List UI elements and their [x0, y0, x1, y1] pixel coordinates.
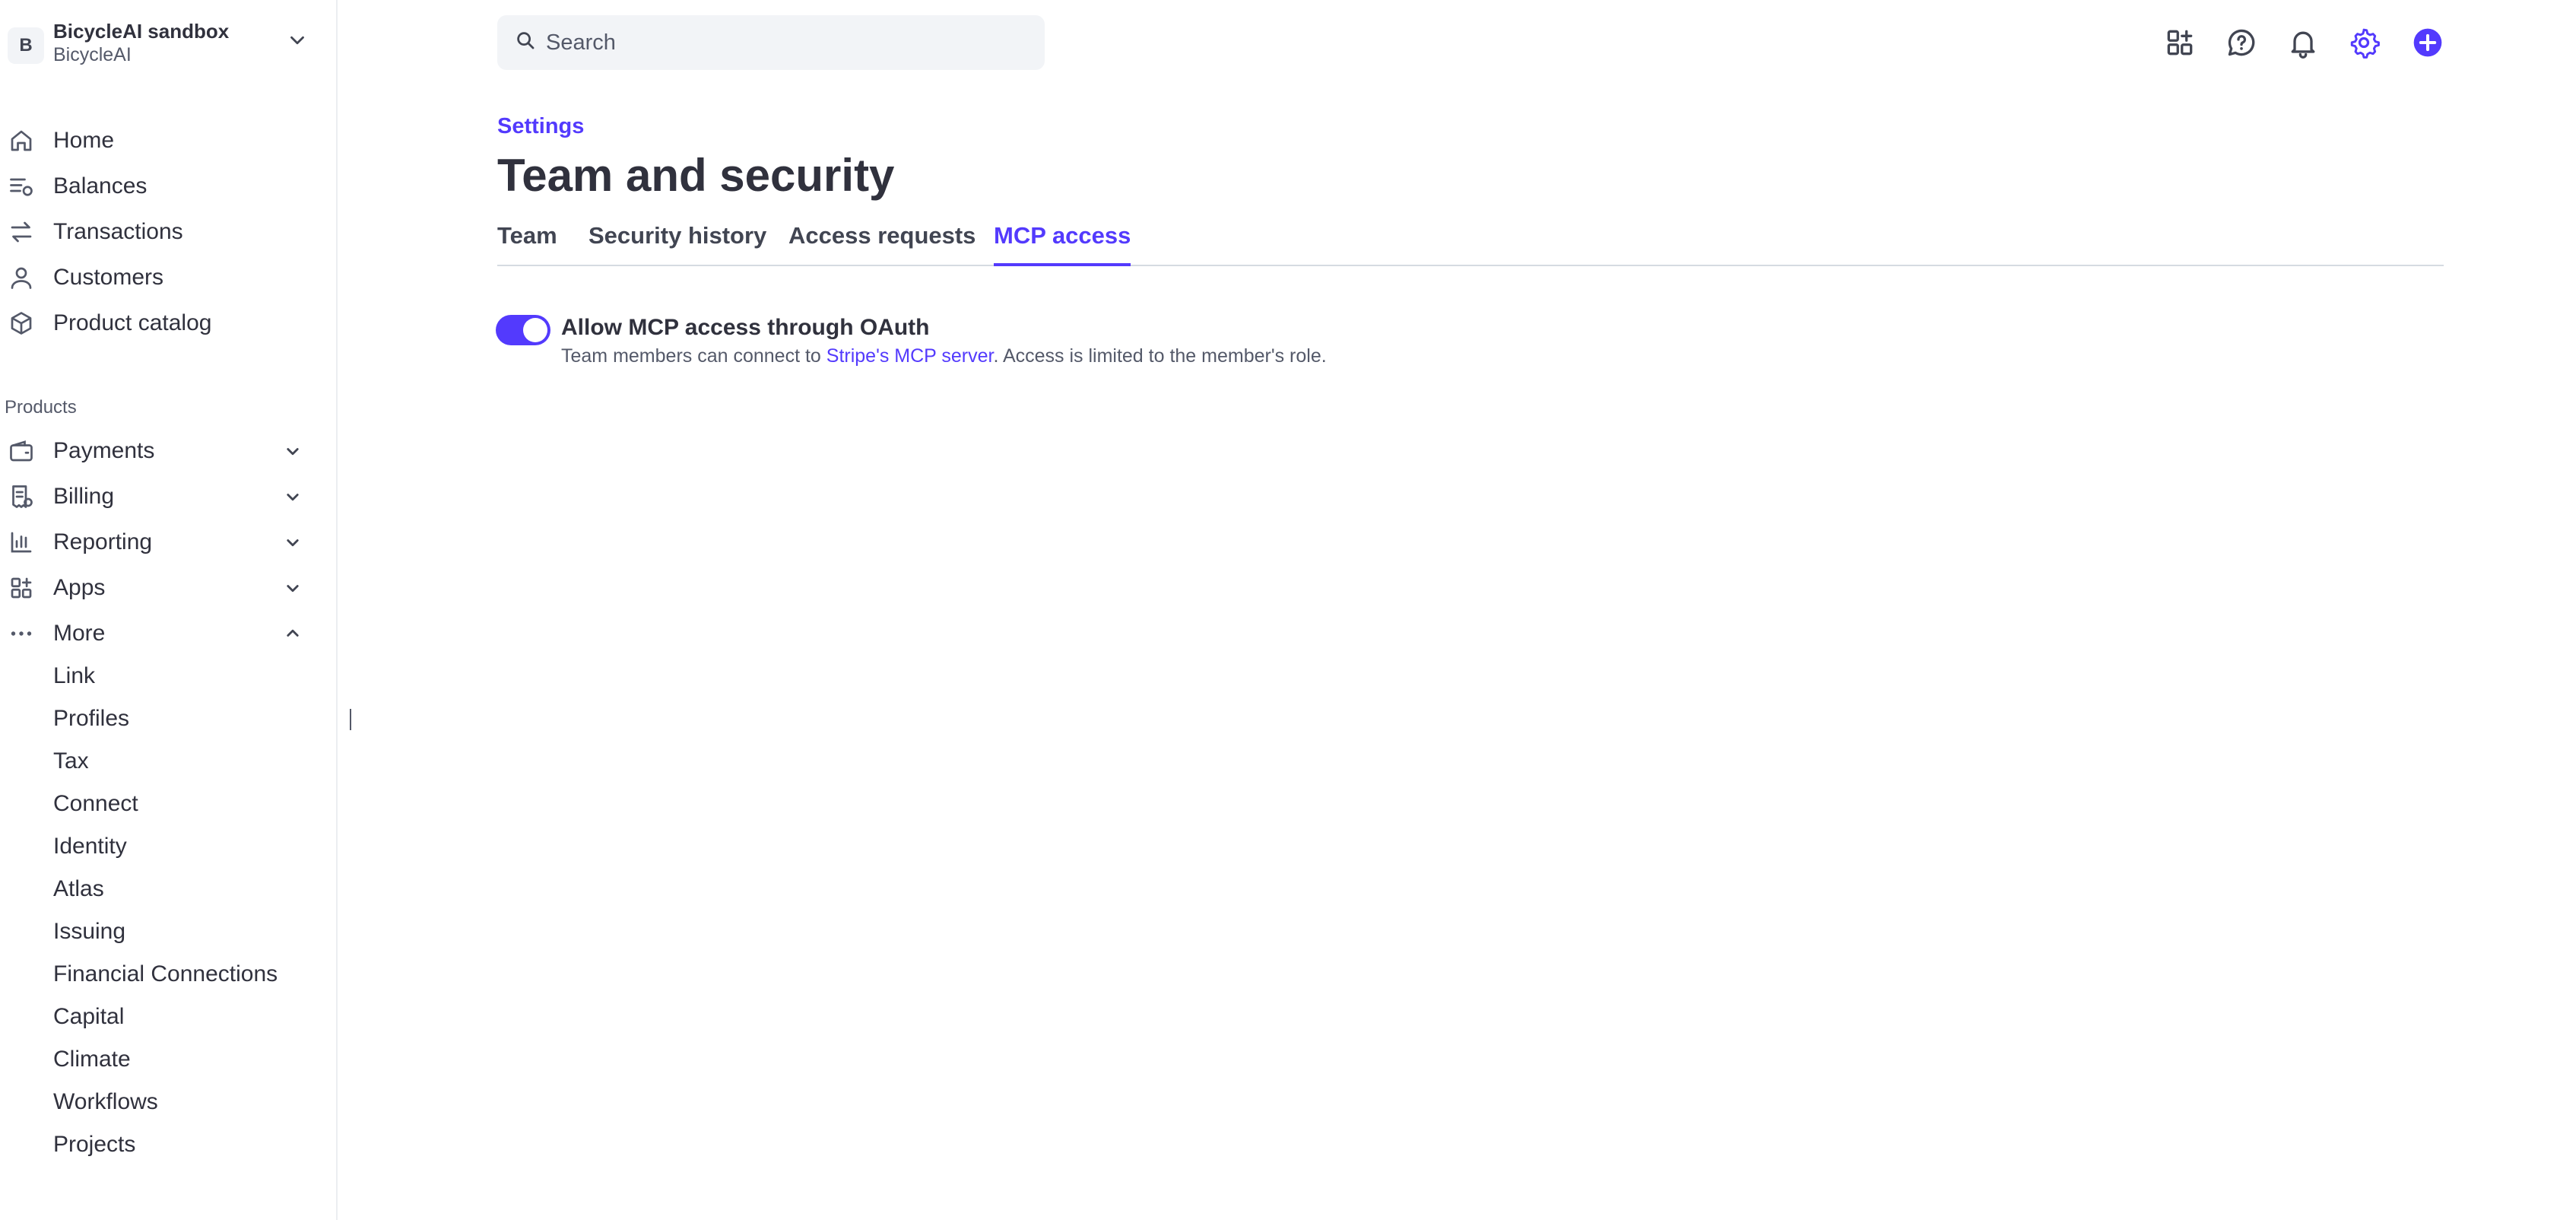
more-icon: [11, 631, 32, 636]
sidebar-item-label: Reporting: [53, 529, 153, 554]
sidebar-item-label: Home: [53, 128, 115, 153]
customers-icon: [11, 267, 32, 289]
chevron-down-icon: [287, 448, 299, 456]
sidebar-subitem-connect[interactable]: Connect: [53, 791, 138, 817]
product-catalog-icon: [11, 312, 32, 335]
toggle-knob: [523, 318, 547, 342]
sidebar-item-customers[interactable]: Customers: [0, 256, 319, 299]
sidebar-item-billing[interactable]: Billing: [0, 475, 319, 518]
tab-access-requests[interactable]: Access requests: [788, 222, 976, 266]
mcp-oauth-title: Allow MCP access through OAuth: [561, 315, 930, 340]
page-title: Team and security: [497, 150, 895, 201]
bell-icon[interactable]: [2286, 26, 2320, 59]
sidebar-item-apps[interactable]: Apps: [0, 567, 319, 609]
products-section-label: Products: [5, 397, 77, 418]
sidebar-subitem-projects[interactable]: Projects: [53, 1132, 135, 1158]
sidebar-subitem-climate[interactable]: Climate: [53, 1047, 131, 1072]
sidebar-item-product-catalog[interactable]: Product catalog: [0, 302, 319, 345]
sidebar-subitem-capital[interactable]: Capital: [53, 1004, 124, 1030]
transactions-icon: [11, 221, 32, 243]
search-bar[interactable]: [497, 15, 1045, 70]
mcp-oauth-description: Team members can connect to Stripe's MCP…: [561, 345, 1327, 367]
stripe-mcp-server-link[interactable]: Stripe's MCP server: [826, 345, 994, 367]
mcp-oauth-toggle[interactable]: [496, 315, 550, 345]
sidebar-item-reporting[interactable]: Reporting: [0, 521, 319, 564]
sidebar: B BicycleAI sandbox BicycleAI Home Balan…: [0, 0, 338, 1220]
wallet-icon: [10, 440, 33, 462]
sidebar-resize-handle[interactable]: [350, 709, 351, 730]
sidebar-item-label: Customers: [53, 265, 164, 290]
home-icon: [11, 130, 32, 151]
reporting-icon: [11, 532, 32, 553]
sidebar-item-home[interactable]: Home: [0, 119, 319, 162]
sidebar-subitem-identity[interactable]: Identity: [53, 834, 127, 859]
sidebar-subitem-link[interactable]: Link: [53, 663, 95, 689]
sidebar-item-transactions[interactable]: Transactions: [0, 211, 319, 253]
sidebar-subitem-financial-connections[interactable]: Financial Connections: [53, 961, 278, 987]
chevron-up-icon: [287, 629, 299, 637]
apps-icon: [11, 577, 32, 599]
sidebar-subitem-workflows[interactable]: Workflows: [53, 1089, 158, 1115]
sidebar-subitem-atlas[interactable]: Atlas: [53, 876, 104, 902]
sidebar-item-label: More: [53, 621, 106, 646]
sidebar-item-label: Apps: [53, 575, 106, 600]
chevron-down-icon: [287, 585, 299, 593]
sidebar-subitem-issuing[interactable]: Issuing: [53, 919, 125, 945]
chevron-down-icon: [287, 539, 299, 547]
gear-icon[interactable]: [2347, 26, 2381, 59]
sidebar-item-label: Balances: [53, 173, 148, 199]
chevron-down-icon: [287, 494, 299, 501]
search-input[interactable]: [546, 15, 1033, 70]
balances-icon: [10, 178, 33, 196]
account-name: BicycleAI sandbox: [53, 20, 230, 43]
desc-text-after: . Access is limited to the member's role…: [993, 345, 1327, 367]
tab-security-history[interactable]: Security history: [588, 222, 766, 266]
billing-icon: [12, 485, 33, 508]
apps-grid-icon[interactable]: [2163, 26, 2197, 59]
sidebar-item-balances[interactable]: Balances: [0, 165, 319, 208]
sidebar-item-label: Payments: [53, 438, 155, 463]
help-icon[interactable]: [2225, 26, 2258, 59]
sidebar-subitem-profiles[interactable]: Profiles: [53, 706, 129, 732]
plus-icon[interactable]: [2411, 26, 2444, 59]
account-switcher[interactable]: B BicycleAI sandbox BicycleAI: [5, 15, 309, 70]
breadcrumb[interactable]: Settings: [497, 114, 584, 139]
tab-team[interactable]: Team: [497, 222, 557, 266]
sidebar-item-label: Transactions: [53, 219, 183, 244]
account-org: BicycleAI: [53, 44, 132, 65]
desc-text-before: Team members can connect to: [561, 345, 826, 367]
chevron-down-icon: [290, 36, 304, 45]
account-avatar: B: [8, 27, 44, 64]
sidebar-item-label: Billing: [53, 484, 115, 509]
tab-bar: Team Security history Access requests MC…: [497, 222, 2444, 266]
sidebar-item-more[interactable]: More: [0, 612, 319, 655]
tab-mcp-access[interactable]: MCP access: [994, 222, 1131, 266]
sidebar-item-label: Product catalog: [53, 310, 212, 335]
search-icon: [517, 32, 535, 49]
sidebar-item-payments[interactable]: Payments: [0, 430, 319, 472]
sidebar-subitem-tax[interactable]: Tax: [53, 748, 89, 774]
